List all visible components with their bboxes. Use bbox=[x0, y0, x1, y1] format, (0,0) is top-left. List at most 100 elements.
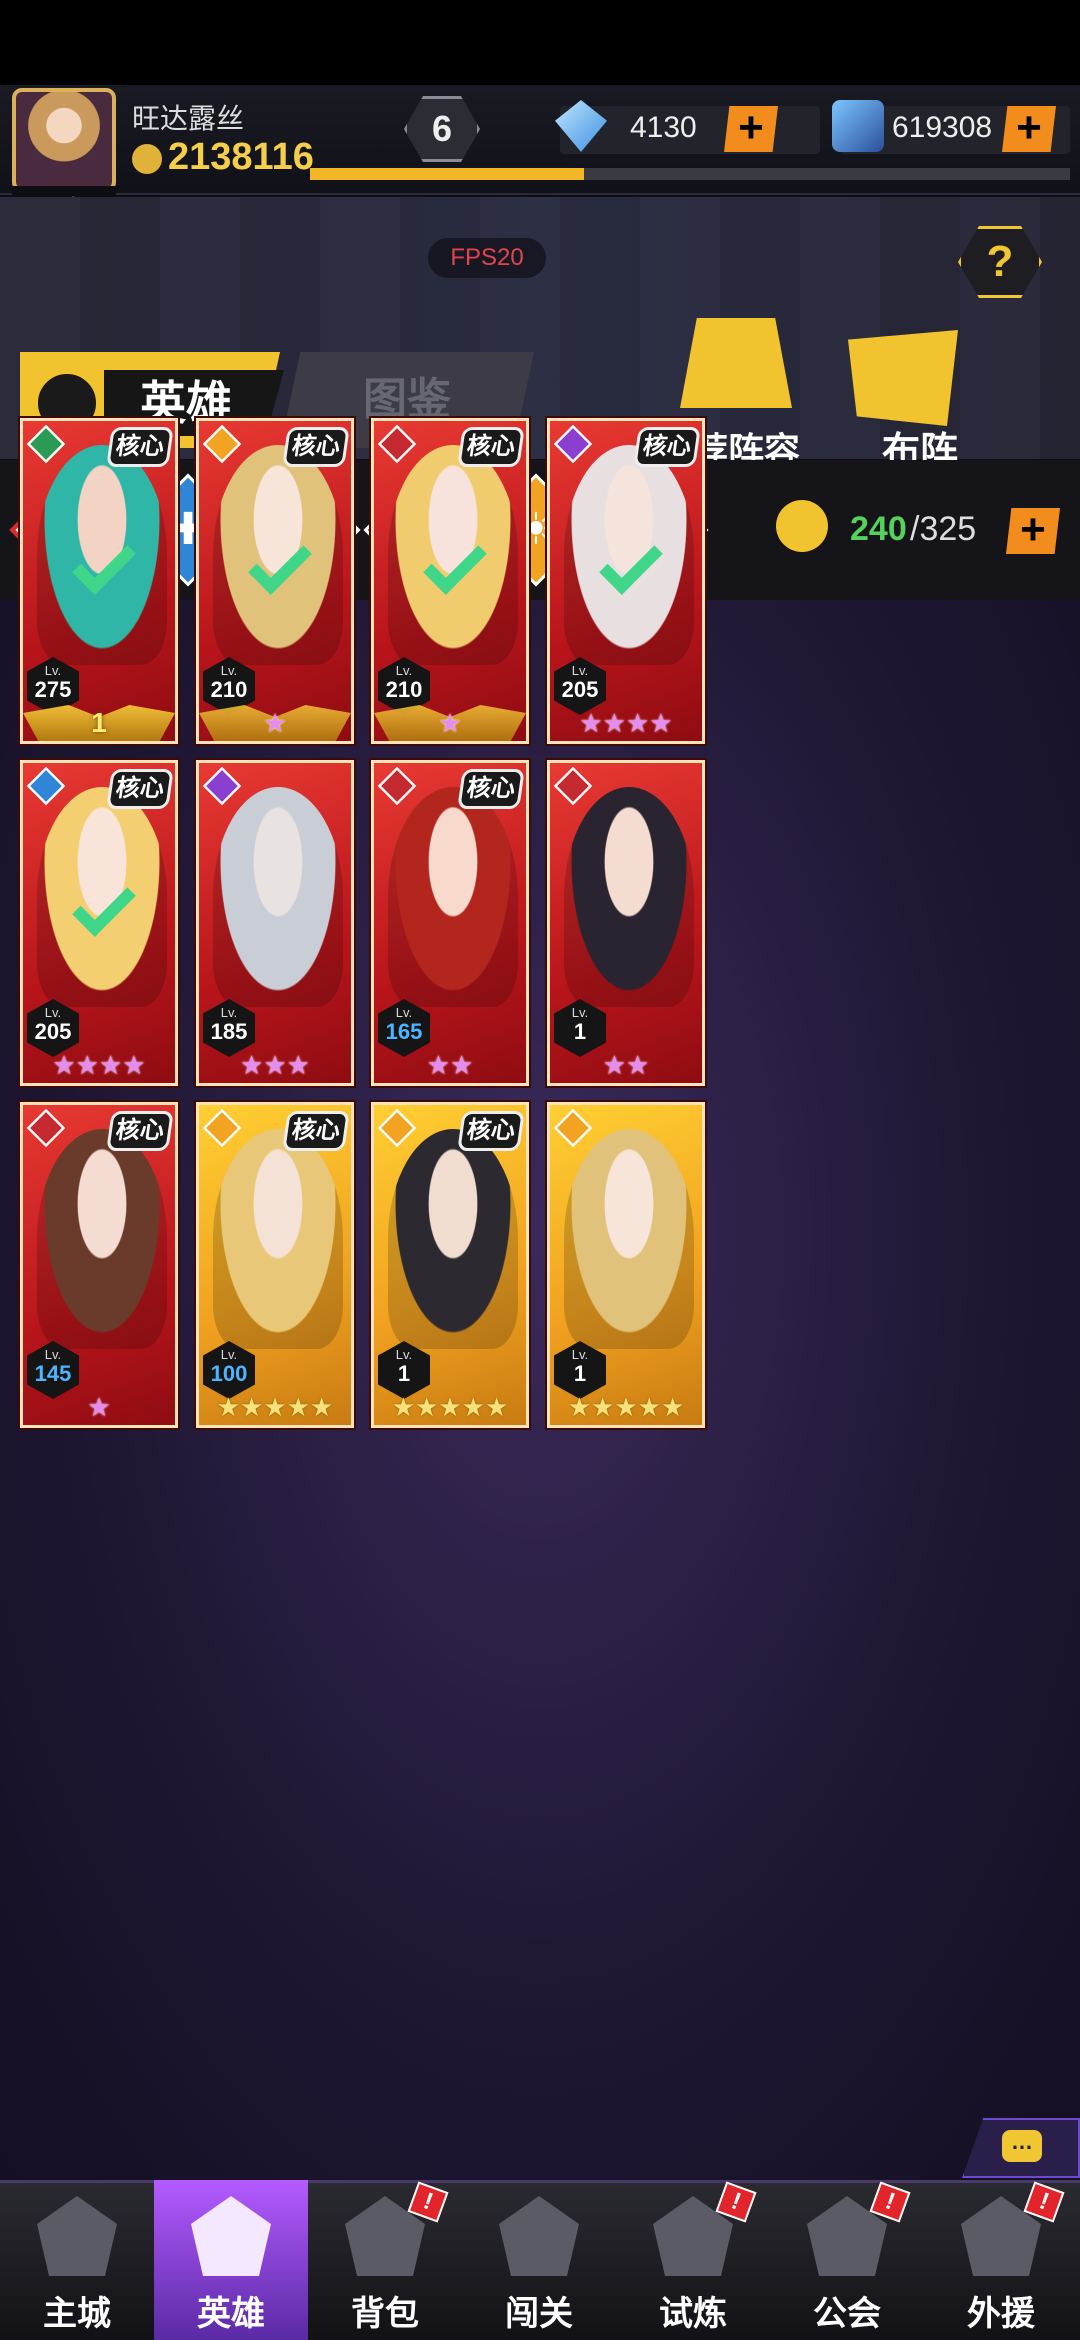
hero-card[interactable]: Lv. 1 ★★ bbox=[547, 760, 705, 1086]
hero-stars: ★★★★★ bbox=[216, 1392, 334, 1422]
hero-level-badge: Lv. 1 bbox=[554, 999, 606, 1057]
hero-card[interactable]: 核心 Lv. 100 ★★★★★ bbox=[196, 1102, 354, 1428]
player-avatar[interactable] bbox=[12, 88, 116, 192]
hero-level-value: 210 bbox=[210, 677, 248, 702]
hero-level-value: 1 bbox=[573, 1361, 587, 1386]
recommend-lineup-icon[interactable] bbox=[680, 318, 792, 408]
chat-bubble-icon[interactable]: … bbox=[1002, 2130, 1042, 2162]
fps-indicator: FPS20 bbox=[428, 238, 546, 278]
nav-item-0[interactable]: 主城 bbox=[0, 2180, 154, 2340]
nav-item-label: 英雄 bbox=[197, 2295, 265, 2333]
nav-item-1[interactable]: 英雄 bbox=[154, 2180, 308, 2340]
hero-level-prefix: Lv. bbox=[44, 1005, 62, 1020]
hero-level-prefix: Lv. bbox=[395, 1005, 413, 1020]
stage-wings-icon bbox=[499, 2196, 579, 2276]
hero-portrait bbox=[564, 787, 694, 1007]
hero-level-prefix: Lv. bbox=[220, 1005, 238, 1020]
nav-item-4[interactable]: 试炼! bbox=[616, 2180, 770, 2340]
element-badge-icon bbox=[202, 424, 242, 464]
core-tag: 核心 bbox=[282, 427, 350, 467]
nav-item-3[interactable]: 闯关 bbox=[462, 2180, 616, 2340]
status-bar-background bbox=[0, 0, 1080, 85]
hero-level-value: 205 bbox=[561, 677, 599, 702]
hero-portrait bbox=[37, 1129, 167, 1349]
hero-portrait bbox=[213, 1129, 343, 1349]
hero-level-value: 210 bbox=[385, 677, 423, 702]
hero-level-prefix: Lv. bbox=[220, 1347, 238, 1362]
hero-stars: ★ bbox=[263, 708, 287, 738]
hero-level-value: 275 bbox=[34, 677, 72, 702]
hero-level-value: 100 bbox=[210, 1361, 248, 1386]
core-tag: 核心 bbox=[457, 769, 525, 809]
element-badge-icon bbox=[377, 1108, 417, 1148]
nav-item-label: 公会 bbox=[813, 2295, 881, 2333]
hero-level-value: 1 bbox=[397, 1361, 411, 1386]
hero-stars: ★ bbox=[87, 1392, 111, 1422]
nav-item-label: 试炼 bbox=[659, 2295, 727, 2333]
element-badge-icon bbox=[553, 1108, 593, 1148]
hero-stars: ★★★★★ bbox=[391, 1392, 509, 1422]
hero-card[interactable]: 核心 Lv. 145 ★ bbox=[20, 1102, 178, 1428]
hero-portrait bbox=[564, 1129, 694, 1349]
hero-card[interactable]: Lv. 1 ★★★★★ bbox=[547, 1102, 705, 1428]
hero-stars: ★★ bbox=[602, 1050, 650, 1080]
hero-stars: ★ bbox=[438, 708, 462, 738]
nav-item-2[interactable]: 背包! bbox=[308, 2180, 462, 2340]
experience-bar-fill bbox=[310, 168, 584, 180]
nav-item-6[interactable]: 外援! bbox=[924, 2180, 1078, 2340]
hero-level-prefix: Lv. bbox=[395, 1347, 413, 1362]
hero-card[interactable]: 核心 Lv. 210 ★ bbox=[196, 418, 354, 744]
core-tag: 核心 bbox=[106, 427, 174, 467]
element-badge-icon bbox=[26, 766, 66, 806]
hero-stars: ★★★ bbox=[240, 1050, 310, 1080]
hero-card[interactable]: 核心 Lv. 205 ★★★★ bbox=[547, 418, 705, 744]
hero-card[interactable]: Lv. 185 ★★★ bbox=[196, 760, 354, 1086]
hero-level-prefix: Lv. bbox=[220, 663, 238, 678]
nav-item-label: 外援 bbox=[967, 2295, 1035, 2333]
element-badge-icon bbox=[377, 424, 417, 464]
hero-slot-icon bbox=[776, 500, 828, 552]
hero-card[interactable]: 核心 Lv. 165 ★★ bbox=[371, 760, 529, 1086]
hero-portrait bbox=[213, 787, 343, 1007]
cash-icon bbox=[832, 100, 884, 152]
core-tag: 核心 bbox=[106, 1111, 174, 1151]
hero-level-value: 145 bbox=[34, 1361, 72, 1386]
element-badge-icon bbox=[26, 1108, 66, 1148]
core-tag: 核心 bbox=[106, 769, 174, 809]
hero-level-badge: Lv. 165 bbox=[378, 999, 430, 1057]
core-tag: 核心 bbox=[282, 1111, 350, 1151]
add-gold-button[interactable]: + bbox=[1002, 106, 1056, 152]
nav-item-5[interactable]: 公会! bbox=[770, 2180, 924, 2340]
gold-count: 619308 bbox=[892, 111, 993, 144]
hero-level-badge: Lv. 205 bbox=[554, 657, 606, 715]
hero-stars: ★★ bbox=[426, 1050, 474, 1080]
hero-level-value: 165 bbox=[385, 1019, 423, 1044]
element-badge-icon bbox=[26, 424, 66, 464]
hero-level-prefix: Lv. bbox=[571, 663, 589, 678]
hero-level-value: 205 bbox=[34, 1019, 72, 1044]
hero-level-badge: Lv. 1 bbox=[378, 1341, 430, 1399]
hero-level-value: 1 bbox=[573, 1019, 587, 1044]
hero-level-badge: Lv. 205 bbox=[27, 999, 79, 1057]
hero-stars: ★★★★ bbox=[52, 1050, 146, 1080]
hero-level-badge: Lv. 185 bbox=[203, 999, 255, 1057]
city-icon bbox=[37, 2196, 117, 2276]
hero-card[interactable]: 核心 Lv. 210 ★ bbox=[371, 418, 529, 744]
hero-level-badge: Lv. 1 bbox=[554, 1341, 606, 1399]
add-diamonds-button[interactable]: + bbox=[724, 106, 778, 152]
hero-level-prefix: Lv. bbox=[571, 1347, 589, 1362]
element-badge-icon bbox=[553, 424, 593, 464]
core-tag: 核心 bbox=[457, 427, 525, 467]
formation-icon[interactable] bbox=[848, 330, 958, 426]
diamond-count: 4130 bbox=[630, 111, 697, 144]
hero-card[interactable]: 核心 Lv. 205 ★★★★ bbox=[20, 760, 178, 1086]
nav-item-label: 主城 bbox=[43, 2295, 111, 2333]
hero-level-badge: Lv. 100 bbox=[203, 1341, 255, 1399]
fist-power-icon bbox=[132, 144, 162, 174]
expand-hero-slots-button[interactable]: + bbox=[1006, 508, 1060, 554]
hero-rank: 1 bbox=[91, 707, 107, 738]
hero-card[interactable]: 核心 Lv. 1 ★★★★★ bbox=[371, 1102, 529, 1428]
hero-card[interactable]: 核心 Lv. 275 1 bbox=[20, 418, 178, 744]
nav-item-label: 背包 bbox=[351, 2295, 419, 2333]
hero-portrait bbox=[388, 787, 518, 1007]
